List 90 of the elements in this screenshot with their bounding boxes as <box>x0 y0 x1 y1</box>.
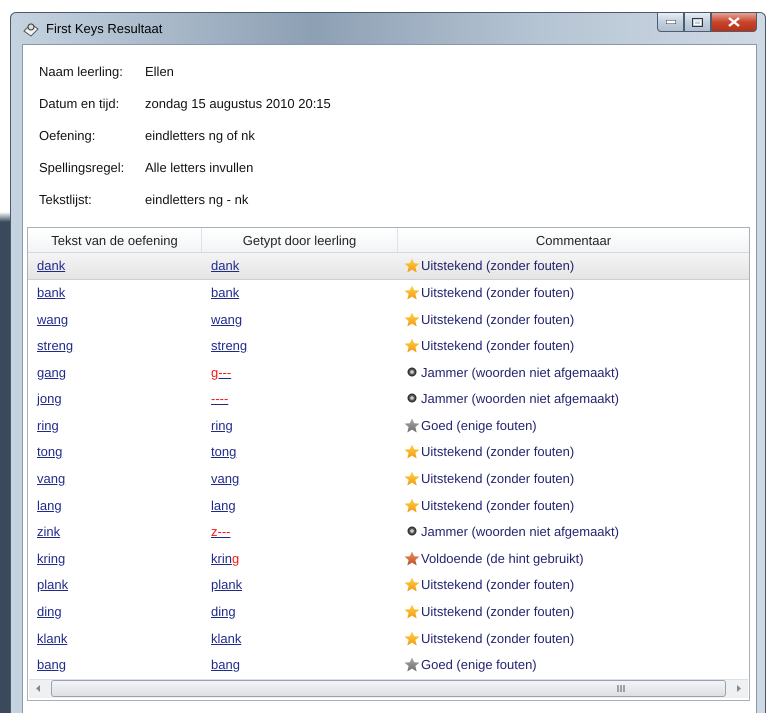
table-row[interactable]: lang lang Uitstekend (zonder fouten) <box>28 492 749 519</box>
comment-text: Uitstekend (zonder fouten) <box>421 284 574 300</box>
app-icon <box>22 20 40 36</box>
typed-word-link[interactable]: g--- <box>211 364 232 380</box>
typed-word-link[interactable]: kring <box>211 550 240 566</box>
comment-text: Uitstekend (zonder fouten) <box>421 604 574 620</box>
field-value: zondag 15 augustus 2010 20:15 <box>145 95 332 113</box>
table-row[interactable]: wang wang Uitstekend (zonder fouten) <box>28 306 749 333</box>
table-row[interactable]: kring kring Voldoende (de hint gebruikt) <box>28 546 749 572</box>
comment-text: Jammer (woorden niet afgemaakt) <box>421 524 619 540</box>
comment-text: Uitstekend (zonder fouten) <box>421 471 574 486</box>
word-link[interactable]: gang <box>37 364 66 380</box>
comment-text: Uitstekend (zonder fouten) <box>421 312 574 326</box>
typed-word-link[interactable]: bang <box>211 657 240 672</box>
typed-word-link[interactable]: tong <box>211 444 236 460</box>
word-link[interactable]: vang <box>37 471 66 486</box>
word-link[interactable]: klank <box>37 630 68 646</box>
typed-word-link[interactable]: ring <box>211 418 233 433</box>
field-value: Alle letters invullen <box>145 159 254 177</box>
table-row[interactable]: plank plank Uitstekend (zonder fouten) <box>28 572 749 599</box>
maximize-icon <box>692 18 703 26</box>
table-row[interactable]: ding ding Uitstekend (zonder fouten) <box>28 598 749 626</box>
word-link[interactable]: bank <box>37 284 66 300</box>
field-label: Oefening: <box>39 127 96 145</box>
comment-text: Jammer (woorden niet afgemaakt) <box>421 364 619 380</box>
close-icon <box>728 17 740 27</box>
word-link[interactable]: jong <box>37 391 62 406</box>
word-link[interactable]: zink <box>37 524 60 540</box>
right-arrow-icon <box>737 685 741 692</box>
word-link[interactable]: kring <box>37 550 66 566</box>
typed-word-link[interactable]: ding <box>211 604 236 620</box>
comment-text: Uitstekend (zonder fouten) <box>421 258 574 274</box>
comment-text: Goed (enige fouten) <box>421 657 537 672</box>
table-row[interactable]: tong tong Uitstekend (zonder fouten) <box>28 439 749 466</box>
typed-word-link[interactable]: klank <box>211 630 242 646</box>
typed-word-link[interactable]: ---- <box>211 391 228 406</box>
typed-word-link[interactable]: z--- <box>211 524 230 540</box>
horizontal-scrollbar[interactable] <box>29 678 748 698</box>
typed-word-link[interactable]: streng <box>211 338 248 354</box>
comment-text: Uitstekend (zonder fouten) <box>421 498 574 513</box>
table-row[interactable]: bank bank Uitstekend (zonder fouten) <box>28 280 749 306</box>
window-title: First Keys Resultaat <box>46 21 162 36</box>
column-header[interactable]: Commentaar <box>398 228 749 252</box>
word-link[interactable]: ring <box>37 418 59 433</box>
minimize-button[interactable] <box>657 13 684 32</box>
typed-word-link[interactable]: dank <box>211 258 240 274</box>
typed-word-link[interactable]: lang <box>211 498 236 513</box>
word-link[interactable]: streng <box>37 338 74 354</box>
table-row[interactable]: streng streng Uitstekend (zonder fouten) <box>28 332 749 360</box>
table-row[interactable]: gang g--- Jammer (woorden niet afgemaakt) <box>28 359 749 386</box>
comment-text: Uitstekend (zonder fouten) <box>421 338 574 354</box>
grip-icon <box>617 685 625 692</box>
word-link[interactable]: wang <box>37 312 68 326</box>
word-link[interactable]: dank <box>37 258 66 274</box>
table-row[interactable]: dank dank Uitstekend (zonder fouten) <box>28 253 749 280</box>
table-row[interactable]: zink z--- Jammer (woorden niet afgemaakt) <box>28 518 749 546</box>
typed-word-link[interactable]: bank <box>211 284 240 300</box>
comment-text: Goed (enige fouten) <box>421 418 537 433</box>
word-link[interactable]: tong <box>37 444 62 460</box>
minimize-icon <box>666 20 676 24</box>
close-button[interactable] <box>711 13 757 32</box>
table-row[interactable]: klank klank Uitstekend (zonder fouten) <box>28 625 749 652</box>
typed-word-link[interactable]: vang <box>211 471 240 486</box>
table-row[interactable]: jong ---- Jammer (woorden niet afgemaakt) <box>28 386 749 413</box>
column-header[interactable]: Tekst van de oefening <box>28 228 202 252</box>
table-row[interactable]: vang vang Uitstekend (zonder fouten) <box>28 466 749 492</box>
word-link[interactable]: ding <box>37 604 62 620</box>
comment-text: Uitstekend (zonder fouten) <box>421 444 574 460</box>
scrollbar-thumb[interactable] <box>51 680 726 698</box>
typed-word-link[interactable]: plank <box>211 577 242 592</box>
field-label: Naam leerling: <box>39 63 124 81</box>
field-value: eindletters ng - nk <box>145 191 250 209</box>
table-row[interactable]: bang bang Goed (enige fouten) <box>28 652 749 679</box>
field-value: eindletters ng of nk <box>145 127 256 145</box>
table-row[interactable]: ring ring Goed (enige fouten) <box>28 412 749 440</box>
word-link[interactable]: bang <box>37 657 66 672</box>
comment-text: Jammer (woorden niet afgemaakt) <box>421 391 619 406</box>
left-arrow-icon <box>36 685 40 692</box>
comment-text: Uitstekend (zonder fouten) <box>421 630 574 646</box>
field-value: Ellen <box>145 63 175 81</box>
comment-text: Voldoende (de hint gebruikt) <box>421 550 584 566</box>
word-link[interactable]: plank <box>37 577 68 592</box>
typed-word-link[interactable]: wang <box>211 312 242 326</box>
field-label: Datum en tijd: <box>39 95 120 113</box>
column-header[interactable]: Getypt door leerling <box>202 228 398 252</box>
maximize-button[interactable] <box>684 13 711 32</box>
field-label: Tekstlijst: <box>39 191 93 209</box>
word-link[interactable]: lang <box>37 498 62 513</box>
field-label: Spellingsregel: <box>39 159 126 177</box>
comment-text: Uitstekend (zonder fouten) <box>421 577 574 592</box>
